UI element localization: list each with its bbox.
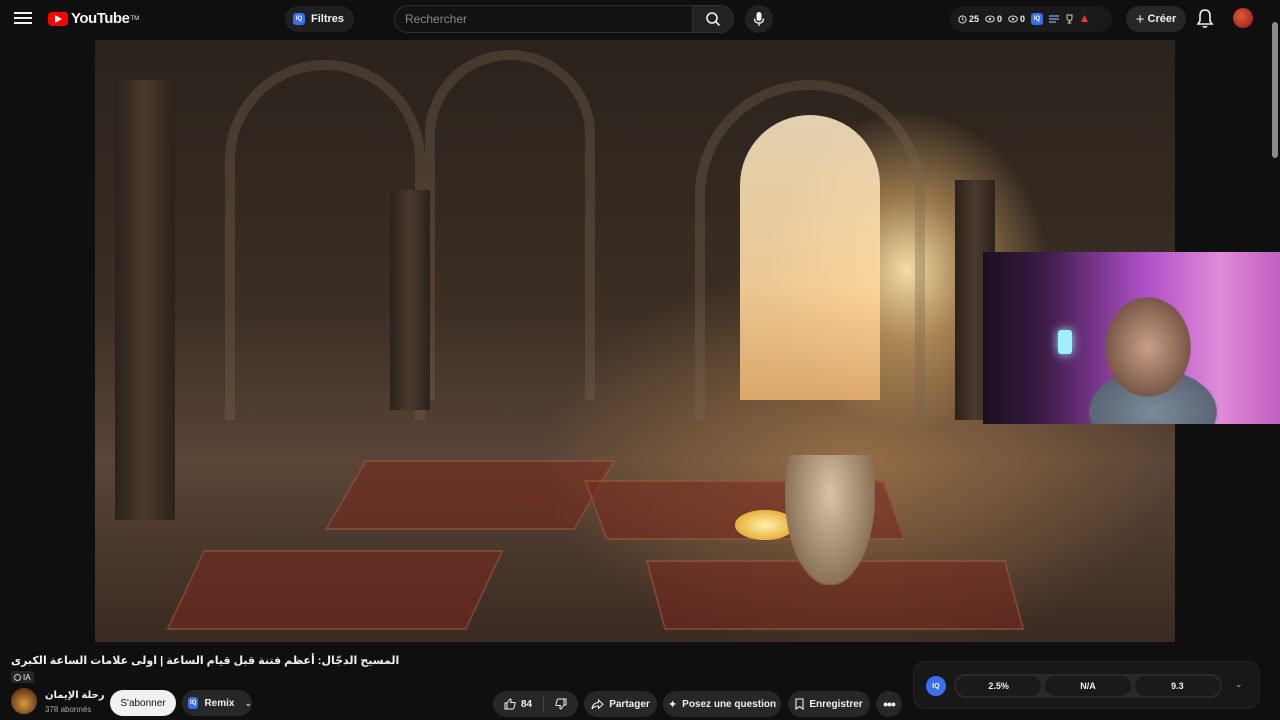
youtube-play-icon [48, 11, 68, 26]
share-label: Partager [609, 698, 650, 710]
subscribe-button[interactable]: S'abonner [110, 690, 176, 716]
user-avatar[interactable] [1233, 8, 1253, 28]
thumbs-down-icon [555, 698, 567, 710]
like-button[interactable]: 84 [493, 691, 543, 717]
views-stat-value: 25 [969, 14, 980, 24]
sparkle-icon: ✦ [667, 698, 678, 711]
iq-icon[interactable]: IQ [926, 676, 946, 696]
rating-cell-ratio: 2.5% [956, 676, 1042, 696]
filters-label: Filtres [311, 13, 345, 25]
top-bar: YouTube TM IQ Filtres 25 0 0 IQ + [0, 0, 1280, 38]
rating-cell-na: N/A [1045, 676, 1131, 696]
menu-icon[interactable] [14, 9, 34, 29]
eye-icon [985, 15, 995, 23]
page-scrollbar[interactable] [1270, 0, 1280, 720]
remix-label: Remix [204, 697, 235, 709]
video-arch-decor [425, 50, 595, 400]
rating-cell-score: 9.3 [1134, 676, 1220, 696]
create-label: Créer [1147, 13, 1177, 25]
save-button[interactable]: Enregistrer [788, 691, 870, 717]
webcam-overlay [983, 252, 1280, 424]
rating-track: 2.5% N/A 9.3 [954, 674, 1222, 698]
ask-question-button[interactable]: ✦ Posez une question [663, 691, 781, 717]
filters-button[interactable]: IQ Filtres [285, 6, 355, 32]
voice-search-button[interactable] [745, 5, 773, 33]
search-bar [394, 5, 734, 33]
remix-button[interactable]: IQ Remix ⌄ [182, 690, 252, 716]
subscriber-count: 378 abonnés [45, 705, 92, 714]
thumbs-up-icon [504, 698, 516, 710]
search-input[interactable] [394, 5, 692, 33]
save-label: Enregistrer [809, 698, 863, 710]
video-window-light [740, 115, 880, 400]
create-button[interactable]: + Créer [1126, 6, 1186, 32]
list-icon[interactable] [1049, 15, 1060, 23]
chevron-down-icon[interactable]: ⌄ [1235, 679, 1243, 690]
channel-avatar[interactable] [11, 688, 37, 714]
scrollbar-thumb[interactable] [1272, 22, 1278, 158]
iq-icon: IQ [293, 13, 305, 25]
bookmark-icon [795, 698, 804, 710]
search-button[interactable] [692, 5, 734, 33]
share-icon [591, 698, 604, 710]
share-button[interactable]: Partager [584, 691, 657, 717]
like-count: 84 [520, 698, 533, 710]
eye-stat-2: 0 [1008, 14, 1025, 24]
notifications-bell-icon[interactable] [1195, 8, 1215, 30]
more-actions-button[interactable]: ••• [876, 691, 902, 717]
ai-tag-label: IA [23, 672, 31, 682]
views-stat: 25 [958, 14, 979, 24]
video-pillar-decor [115, 80, 175, 520]
eye-icon [1008, 15, 1018, 23]
ask-label: Posez une question [682, 698, 777, 710]
eye-stat-value: 0 [997, 14, 1003, 24]
trophy-icon[interactable] [1065, 14, 1074, 24]
eye-stat: 0 [985, 14, 1002, 24]
clock-icon [958, 14, 967, 24]
microphone-icon [753, 12, 765, 26]
video-title: المسيح الدجّال: أعظم فتنة قبل قيام الساع… [11, 655, 400, 667]
alert-icon[interactable] [1080, 14, 1089, 24]
eye-stat-2-value: 0 [1020, 14, 1026, 24]
info-icon [14, 673, 21, 681]
ai-content-tag[interactable]: IA [11, 671, 34, 683]
video-rug [166, 550, 504, 630]
more-icon: ••• [883, 696, 896, 712]
channel-name[interactable]: رحلة الإيمان [45, 690, 105, 701]
extension-stats-pill[interactable]: 25 0 0 IQ [950, 6, 1112, 32]
logo-tm: TM [130, 15, 140, 22]
like-dislike-group: 84 [493, 691, 578, 717]
webcam-light-decor [1058, 330, 1072, 354]
extension-rating-bar: IQ 2.5% N/A 9.3 ⌄ [913, 661, 1260, 709]
iq-icon: IQ [188, 697, 199, 709]
plus-icon: + [1135, 10, 1145, 28]
video-pillar-decor [390, 190, 430, 410]
chevron-down-icon[interactable]: ⌄ [244, 698, 252, 709]
video-reading-figure [785, 455, 875, 585]
dislike-button[interactable] [544, 691, 578, 717]
video-rug [324, 460, 616, 530]
iq-icon[interactable]: IQ [1031, 13, 1044, 25]
search-icon [706, 12, 721, 27]
logo-wordmark: YouTube [71, 10, 130, 27]
youtube-logo[interactable]: YouTube TM [48, 10, 139, 27]
